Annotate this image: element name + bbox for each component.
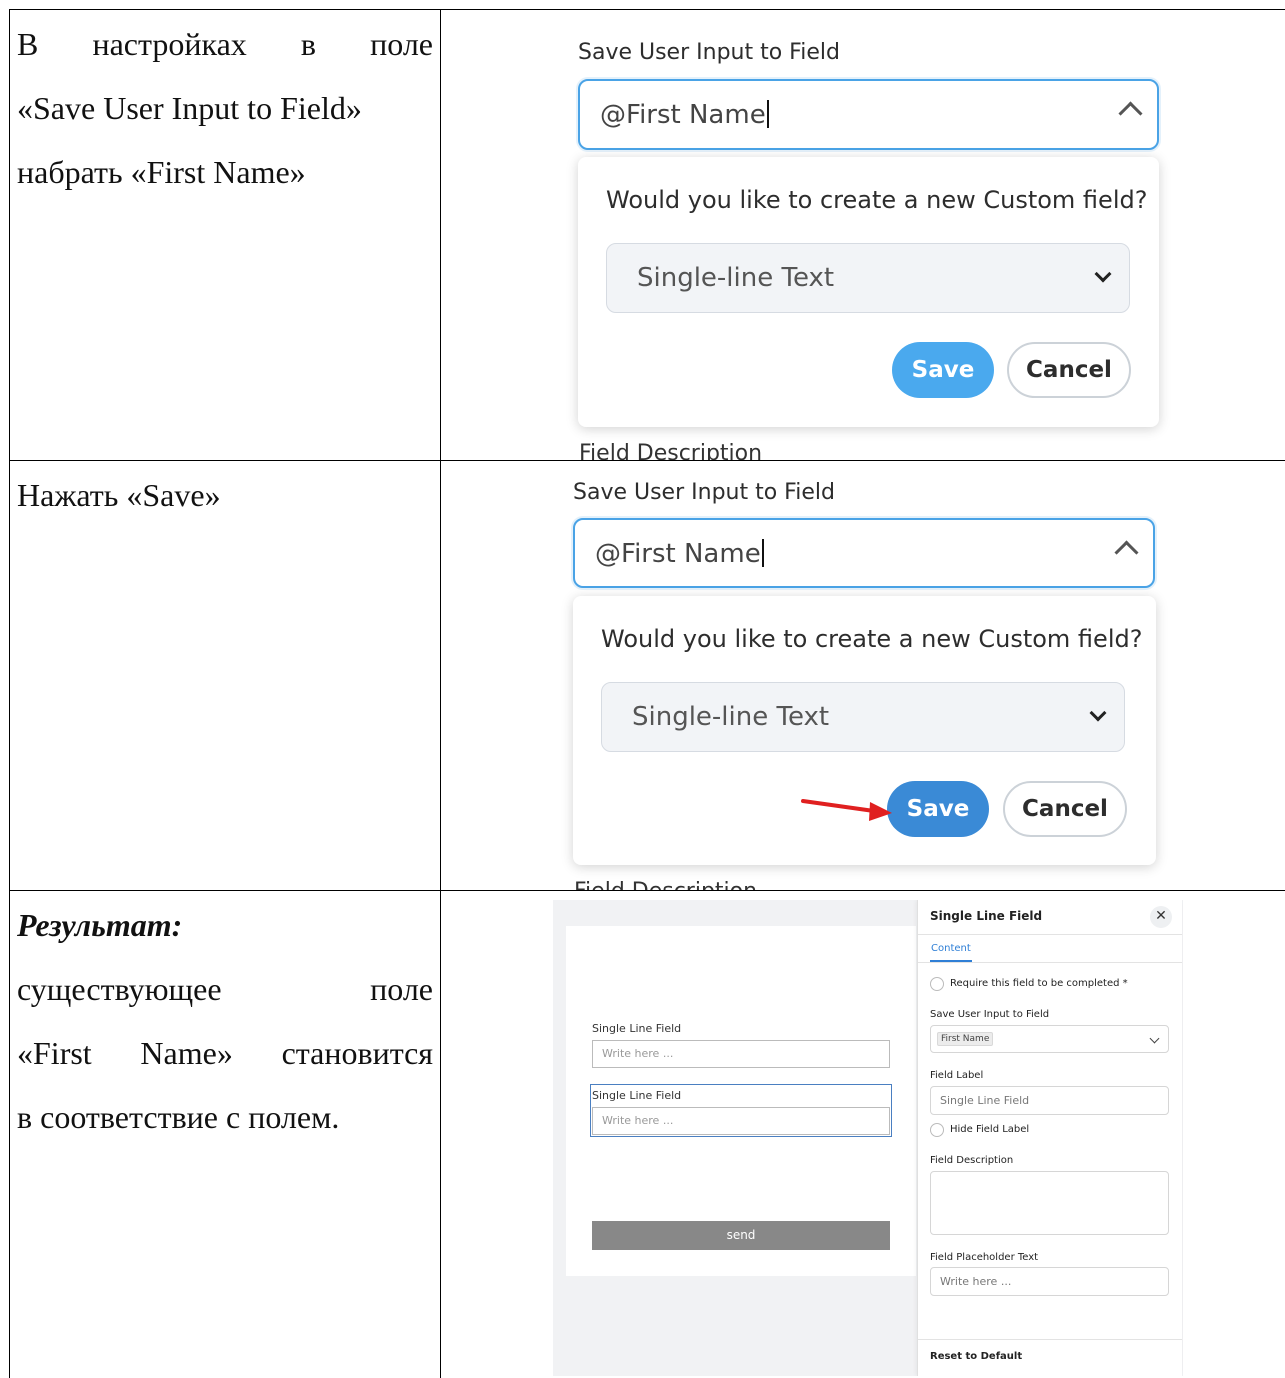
field2-placeholder: Write here ... [602, 1114, 674, 1127]
tab-content[interactable]: Content [931, 943, 971, 954]
popup-question: Would you like to create a new Custom fi… [601, 625, 1143, 653]
chevron-up-icon[interactable] [1114, 540, 1139, 565]
input-value: @First Name [600, 100, 769, 130]
row2-screenshot: Save User Input to Field @First Name Wou… [441, 461, 1285, 890]
row3-word: Name» [140, 1035, 233, 1071]
popup-question: Would you like to create a new Custom fi… [606, 186, 1148, 214]
save-input-select[interactable]: First Name [930, 1025, 1169, 1053]
panel-divider [918, 962, 1182, 963]
save-button[interactable]: Save [892, 342, 994, 398]
row1-line1: В настройках в поле [17, 12, 433, 76]
chevron-down-icon [1089, 704, 1107, 722]
row2-line1: Нажать «Save» [17, 477, 221, 513]
row3-word: существующее [17, 971, 222, 1007]
panel-footer-divider [918, 1339, 1182, 1340]
field1-input[interactable]: Write here ... [592, 1040, 890, 1068]
form-preview: Single Line Field Write here ... Single … [566, 926, 916, 1276]
save-input-field-label: Save User Input to Field [578, 40, 840, 65]
table-row-divider-2 [9, 890, 1285, 891]
row1-word: В [17, 26, 39, 62]
save-input-field-label: Save User Input to Field [573, 480, 835, 505]
row3-word: «First [17, 1035, 92, 1071]
panel-title: Single Line Field [930, 909, 1043, 923]
require-label: Require this field to be completed * [950, 978, 1128, 989]
hide-label-radio[interactable] [930, 1123, 944, 1137]
save-input-label: Save User Input to Field [930, 1009, 1050, 1020]
result-heading: Результат: [17, 907, 183, 943]
row3-line2: существующее поле [17, 957, 433, 1021]
row1-screenshot: Save User Input to Field @First Name Wou… [441, 10, 1285, 460]
custom-field-popup: Would you like to create a new Custom fi… [578, 157, 1159, 427]
select-value: Single-line Text [637, 263, 835, 293]
row3-word: поле [370, 971, 433, 1007]
row1-instruction: В настройках в поле «Save User Input to … [17, 12, 433, 204]
field1-label: Single Line Field [592, 1022, 682, 1035]
field2-label: Single Line Field [592, 1089, 682, 1102]
placeholder-value: Write here ... [940, 1275, 1012, 1288]
save-input-field[interactable]: @First Name [578, 79, 1159, 150]
row1-word: в [300, 26, 316, 62]
chevron-down-icon [1094, 265, 1112, 283]
row1-line2: «Save User Input to Field» [17, 90, 362, 126]
row2-instruction: Нажать «Save» [17, 463, 433, 527]
placeholder-label: Field Placeholder Text [930, 1252, 1039, 1263]
panel-divider [918, 934, 1182, 935]
field-type-select[interactable]: Single-line Text [606, 243, 1130, 313]
row3-line4: в соответствие с полем. [17, 1099, 340, 1135]
input-value: @First Name [595, 539, 764, 569]
require-radio[interactable] [930, 977, 944, 991]
save-button[interactable]: Save [887, 781, 989, 837]
form-editor-screenshot: Single Line Field Write here ... Single … [553, 900, 1183, 1376]
row3-word: становится [281, 1035, 433, 1071]
field-description-cutoff: Field Description [574, 877, 757, 890]
description-label: Field Description [930, 1155, 1014, 1166]
cancel-button[interactable]: Cancel [1003, 781, 1127, 837]
hide-label-text: Hide Field Label [950, 1124, 1030, 1135]
table-border-left [9, 9, 10, 1378]
cancel-button[interactable]: Cancel [1007, 342, 1131, 398]
reset-to-default-button[interactable]: Reset to Default [930, 1351, 1022, 1362]
field-description-cutoff: Field Description [579, 441, 763, 460]
close-icon[interactable]: ✕ [1150, 906, 1172, 928]
field-label-input[interactable]: Single Line Field [930, 1086, 1169, 1115]
field-label-value: Single Line Field [940, 1094, 1030, 1107]
save-input-field[interactable]: @First Name [573, 518, 1155, 588]
red-arrow-icon [801, 799, 892, 821]
chevron-up-icon[interactable] [1118, 101, 1143, 126]
field-label-label: Field Label [930, 1070, 984, 1081]
description-textarea[interactable] [930, 1171, 1169, 1235]
field1-placeholder: Write here ... [602, 1047, 674, 1060]
row3-instruction: Результат: существующее поле «First Name… [17, 893, 433, 1149]
selected-field-tag: First Name [937, 1032, 994, 1046]
send-button[interactable]: send [592, 1221, 890, 1250]
chevron-down-icon [1149, 1033, 1160, 1044]
settings-panel: Single Line Field ✕ Content Require this… [917, 900, 1182, 1376]
row1-line3: набрать «First Name» [17, 154, 306, 190]
row1-word: настройках [92, 26, 247, 62]
row1-word: поле [370, 26, 433, 62]
field2-input[interactable]: Write here ... [592, 1107, 890, 1135]
row3-line3: «First Name» становится [17, 1021, 433, 1085]
field-type-select[interactable]: Single-line Text [601, 682, 1125, 752]
select-value: Single-line Text [632, 702, 830, 732]
field2-selected-frame[interactable]: Single Line Field Write here ... [590, 1084, 892, 1137]
placeholder-input[interactable]: Write here ... [930, 1267, 1169, 1296]
